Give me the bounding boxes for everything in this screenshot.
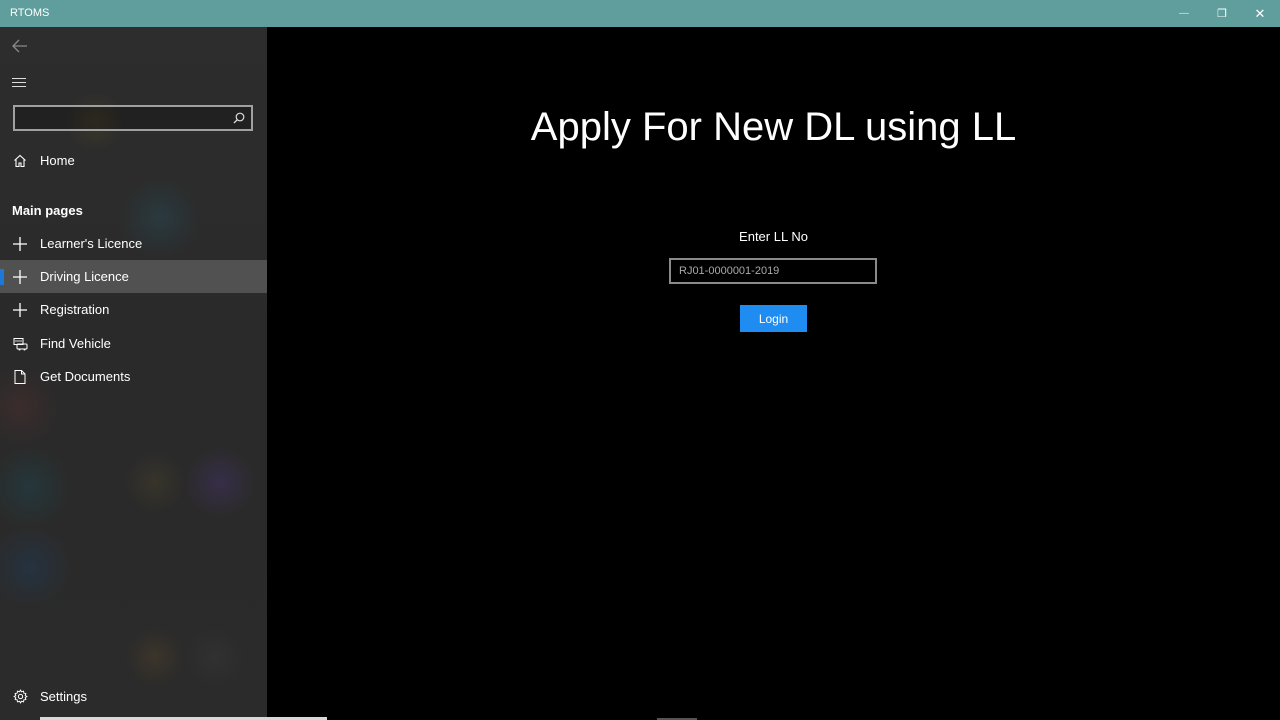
app-title: RTOMS xyxy=(10,7,50,19)
gear-icon xyxy=(12,689,28,705)
close-icon: ✕ xyxy=(1254,5,1266,21)
nav-item-registration[interactable]: Registration xyxy=(0,293,267,326)
nav-item-settings[interactable]: Settings xyxy=(0,680,267,713)
home-icon xyxy=(12,153,28,169)
nav-item-label: Registration xyxy=(40,302,110,317)
nav-item-get-documents[interactable]: Get Documents xyxy=(0,360,267,393)
section-header: Main pages xyxy=(12,203,83,218)
nav-item-label: Learner's Licence xyxy=(40,236,143,251)
search-icon[interactable] xyxy=(233,112,245,124)
document-icon xyxy=(12,369,28,385)
vehicle-icon xyxy=(12,336,28,352)
page-title: Apply For New DL using LL xyxy=(530,105,1017,149)
hamburger-menu-button[interactable] xyxy=(11,75,29,89)
back-arrow-icon xyxy=(12,39,27,53)
navigation-pane: Home Main pages Learner's Licence Drivin… xyxy=(0,27,267,720)
restore-icon: ❐ xyxy=(1217,8,1227,20)
maximize-button[interactable]: ❐ xyxy=(1203,0,1241,27)
search-box[interactable] xyxy=(13,105,253,131)
nav-item-label: Driving Licence xyxy=(40,269,129,284)
minimize-icon: — xyxy=(1179,8,1189,19)
selection-indicator xyxy=(0,269,4,285)
back-button[interactable] xyxy=(10,36,30,56)
nav-item-label: Find Vehicle xyxy=(40,336,111,351)
nav-item-driving-licence[interactable]: Driving Licence xyxy=(0,260,267,293)
nav-item-label: Get Documents xyxy=(40,369,131,384)
nav-item-label: Home xyxy=(40,153,75,168)
close-button[interactable]: ✕ xyxy=(1241,0,1279,27)
nav-item-find-vehicle[interactable]: Find Vehicle xyxy=(0,327,267,360)
login-button[interactable]: Login xyxy=(740,305,807,332)
plus-icon xyxy=(12,236,28,252)
ll-number-label: Enter LL No xyxy=(739,229,808,244)
nav-item-home[interactable]: Home xyxy=(0,144,267,177)
minimize-button[interactable]: — xyxy=(1165,0,1203,27)
ll-number-input[interactable] xyxy=(669,258,877,284)
search-input[interactable] xyxy=(15,107,225,129)
nav-item-learners-licence[interactable]: Learner's Licence xyxy=(0,227,267,260)
plus-icon xyxy=(12,269,28,285)
content-area: Apply For New DL using LL Enter LL No Lo… xyxy=(267,27,1280,720)
plus-icon xyxy=(12,302,28,318)
title-bar: RTOMS — ❐ ✕ xyxy=(0,0,1280,27)
nav-item-label: Settings xyxy=(40,689,87,704)
